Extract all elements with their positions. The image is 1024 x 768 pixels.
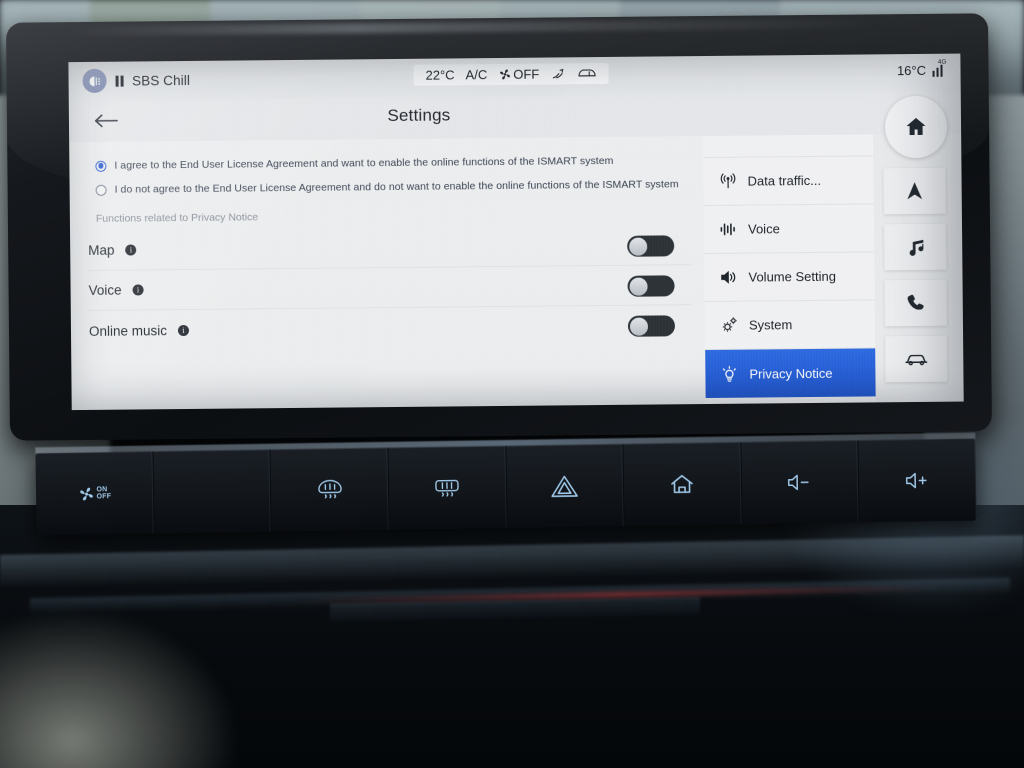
music-note-icon [909,239,923,256]
volume-up-icon [905,472,927,489]
page-title: Settings [387,105,451,126]
settings-body: I agree to the End User License Agreemen… [69,95,964,411]
outside-temperature: 16°C [896,62,927,79]
menu-item-label: Volume Setting [748,268,837,285]
rear-defrost-icon [435,479,459,497]
function-row-voice[interactable]: Voice i [88,265,691,311]
function-row-voice-label: Voice [88,282,122,298]
gear-icon [719,315,739,335]
fan-state-label: OFF [513,66,540,82]
hw-button-hazard[interactable] [505,444,625,528]
front-defrost-icon [317,479,342,499]
dock-vehicle-button[interactable] [885,335,948,383]
radio-agree[interactable] [95,160,107,172]
navigation-arrow-icon [907,182,923,200]
hw-button-front-defrost[interactable] [270,447,390,532]
car-icon [905,354,928,366]
airflow-icon[interactable] [550,67,566,80]
hw-button-blank [153,449,272,534]
climate-temperature: 22°C [425,67,455,83]
info-icon[interactable]: i [132,284,144,296]
car-interior-scene: SBS Chill 22°C A/C OFF 16°C 4G Settings … [0,0,1024,768]
toggle-knob [628,277,648,296]
hw-button-volume-down[interactable] [741,440,860,525]
function-row-online-music[interactable]: Online music i [89,305,691,351]
status-bar-media[interactable]: SBS Chill [68,68,190,93]
status-bar-climate[interactable]: 22°C A/C OFF [413,62,609,86]
audio-source-icon[interactable] [82,68,107,93]
menu-item-voice[interactable]: Voice [703,204,875,255]
dock-navigation-button[interactable] [883,167,946,215]
menu-item-label: Privacy Notice [749,365,833,382]
hw-button-fan-on-off[interactable]: ON OFF [35,451,155,536]
dock-phone-button[interactable] [884,279,947,327]
menu-top-mask [703,134,874,147]
menu-item-privacy-notice[interactable]: Privacy Notice [705,348,876,399]
radio-disagree[interactable] [95,184,107,196]
menu-item-label: Data traffic... [747,172,822,189]
home-icon [671,474,694,494]
dock-home-button[interactable] [884,95,948,159]
touchscreen-display[interactable]: SBS Chill 22°C A/C OFF 16°C 4G Settings … [68,53,964,411]
eula-option-agree-label: I agree to the End User License Agreemen… [114,154,614,172]
quick-launch-dock[interactable] [873,95,964,403]
pause-icon[interactable] [115,75,124,87]
fan-on-off-icon [79,487,93,500]
hw-button-volume-up[interactable] [859,439,977,523]
toggle-map[interactable] [627,235,675,257]
signal-bars-icon: 4G [932,59,947,77]
hardware-button-bar[interactable]: ON OFF [35,432,977,536]
menu-item-volume-setting[interactable]: Volume Setting [704,252,875,303]
dashboard-reflection-bottom-left [0,608,240,768]
phone-icon [907,294,924,310]
privacy-notice-pane: I agree to the End User License Agreemen… [69,136,706,411]
dock-media-button[interactable] [883,223,947,271]
fan-off-label: OFF [96,493,112,501]
eula-option-disagree-label: I do not agree to the End User License A… [114,178,679,196]
menu-item-system[interactable]: System [704,300,876,351]
speaker-icon [718,267,738,287]
privacy-bulb-icon [719,364,739,384]
hw-button-rear-defrost[interactable] [388,445,508,530]
data-traffic-icon [717,171,737,191]
home-icon [906,117,926,136]
toggle-knob [628,237,647,256]
climate-ac-label[interactable]: A/C [466,67,488,82]
functions-section-label: Functions related to Privacy Notice [95,211,259,225]
menu-item-label: System [748,317,793,333]
info-icon[interactable]: i [177,324,190,336]
toggle-voice[interactable] [627,275,675,297]
volume-down-icon [788,474,809,491]
infotainment-head-unit: SBS Chill 22°C A/C OFF 16°C 4G Settings … [6,13,992,441]
function-row-online-music-label: Online music [88,322,168,339]
toggle-knob [629,317,648,336]
fan-icon[interactable] [498,68,511,81]
function-row-map-label: Map [88,242,115,258]
settings-menu-list[interactable]: Vehicle Hotspot Data [703,134,876,405]
function-row-map[interactable]: Map i [88,225,691,271]
toggle-online-music[interactable] [627,315,676,337]
vehicle-defrost-icon[interactable] [577,67,596,80]
network-generation-label: 4G [937,58,947,66]
hazard-warning-icon [551,475,579,498]
status-bar-right: 16°C 4G [896,59,947,79]
hw-button-home[interactable] [623,442,743,527]
status-bar-track-title: SBS Chill [132,72,191,89]
menu-item-data-traffic[interactable]: Data traffic... [703,156,874,207]
voice-waveform-icon [718,219,738,239]
eula-option-disagree[interactable]: I do not agree to the End User License A… [70,172,704,202]
info-icon[interactable]: i [125,244,137,256]
menu-item-label: Voice [747,221,780,237]
